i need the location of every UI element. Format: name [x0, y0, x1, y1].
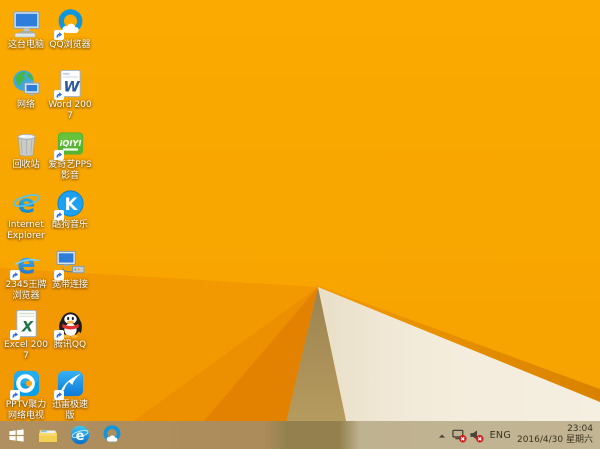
svg-text:W: W	[63, 80, 80, 96]
desktop-icon-label: PPTV聚力网络电视	[5, 400, 47, 421]
svg-text:iQIYI: iQIYI	[59, 138, 81, 148]
desktop-icon-xunlei[interactable]: 迅雷极速版	[48, 368, 92, 428]
excel-2007-icon: X	[9, 308, 42, 340]
this-pc-icon	[11, 8, 42, 39]
iqiyi-pps-icon: iQIYI	[53, 128, 86, 160]
language-indicator[interactable]: ENG	[485, 430, 517, 441]
desktop-icon-qq-browser[interactable]: QQ浏览器	[48, 8, 92, 68]
desktop-icon-label: Word 2007	[48, 100, 92, 121]
desktop-icon-label: 2345王牌浏览器	[5, 280, 47, 301]
desktop-icon-pptv[interactable]: PPTV聚力网络电视	[4, 368, 48, 428]
network-status-icon[interactable]	[451, 421, 468, 449]
desktop-icon-label: QQ浏览器	[49, 40, 91, 50]
svg-text:K: K	[64, 195, 78, 214]
system-tray: ENG 23:04 2016/4/30 星期六	[434, 421, 600, 449]
network-icon	[11, 68, 42, 99]
tencent-qq-icon	[53, 308, 86, 340]
qq-browser-icon	[53, 8, 86, 40]
svg-text:X: X	[20, 320, 33, 336]
qq-browser-icon	[101, 424, 123, 446]
internet-explorer-icon: e	[69, 424, 91, 446]
desktop-icon-recycle-bin[interactable]: 回收站	[4, 128, 48, 188]
2345-browser-icon: e	[9, 248, 42, 280]
clock-date: 2016/4/30 星期六	[516, 435, 593, 445]
kugou-music-icon: K	[53, 188, 86, 220]
recycle-bin-icon	[11, 128, 42, 159]
pptv-icon	[9, 368, 42, 400]
word-2007-icon: W	[53, 68, 86, 100]
desktop-icon-label: 这台电脑	[7, 40, 44, 50]
desktop-icon-tencent-qq[interactable]: 腾讯QQ	[48, 308, 92, 368]
desktop-icon-label: 网络	[16, 100, 35, 110]
desktop-icon-label: 迅雷极速版	[51, 400, 88, 421]
internet-explorer-icon: e	[11, 188, 42, 219]
desktop-icon-this-pc[interactable]: 这台电脑	[4, 8, 48, 68]
desktop-icon-word-2007[interactable]: W Word 2007	[48, 68, 92, 128]
taskbar-qq-browser-button[interactable]	[96, 421, 128, 449]
clock[interactable]: 23:04 2016/4/30 星期六	[517, 424, 596, 446]
desktop-icon-kugou-music[interactable]: K 酷狗音乐	[48, 188, 92, 248]
file-explorer-icon	[37, 424, 59, 446]
taskbar: e ENG 23:04 2016/4/30 星期六	[0, 421, 600, 449]
volume-status-icon[interactable]	[468, 421, 485, 449]
desktop-icon-iqiyi-pps[interactable]: iQIYI 爱奇艺PPS影音	[48, 128, 92, 188]
taskbar-internet-explorer-button[interactable]: e	[64, 421, 96, 449]
desktop-icon-label: 回收站	[12, 160, 40, 170]
clock-time: 23:04	[567, 424, 593, 434]
xunlei-icon	[53, 368, 86, 400]
desktop-icon-broadband[interactable]: 宽带连接	[48, 248, 92, 308]
desktop-icon-internet-explorer[interactable]: e Internet Explorer	[4, 188, 48, 248]
windows-logo-icon	[7, 426, 26, 445]
desktop-icon-network[interactable]: 网络	[4, 68, 48, 128]
tray-expand-button[interactable]	[434, 421, 451, 449]
desktop-icon-label: Excel 2007	[4, 340, 48, 361]
desktop-icon-label: Internet Explorer	[7, 220, 45, 241]
desktop: 这台电脑 QQ浏览器 网络 W Word 2007 回收站 iQIYI 爱奇艺P…	[0, 0, 600, 449]
broadband-connection-icon	[53, 248, 86, 280]
desktop-icon-label: 酷狗音乐	[51, 220, 88, 230]
svg-text:e: e	[17, 249, 35, 279]
desktop-icons: 这台电脑 QQ浏览器 网络 W Word 2007 回收站 iQIYI 爱奇艺P…	[4, 8, 92, 428]
chevron-up-icon	[437, 426, 447, 445]
start-button[interactable]	[0, 421, 32, 449]
svg-text:e: e	[17, 190, 35, 219]
desktop-icon-label: 宽带连接	[51, 280, 88, 290]
taskbar-file-explorer-button[interactable]	[32, 421, 64, 449]
desktop-icon-label: 腾讯QQ	[53, 340, 87, 350]
desktop-icon-excel-2007[interactable]: X Excel 2007	[4, 308, 48, 368]
desktop-icon-label: 爱奇艺PPS影音	[48, 160, 92, 181]
desktop-icon-2345-browser[interactable]: e 2345王牌浏览器	[4, 248, 48, 308]
